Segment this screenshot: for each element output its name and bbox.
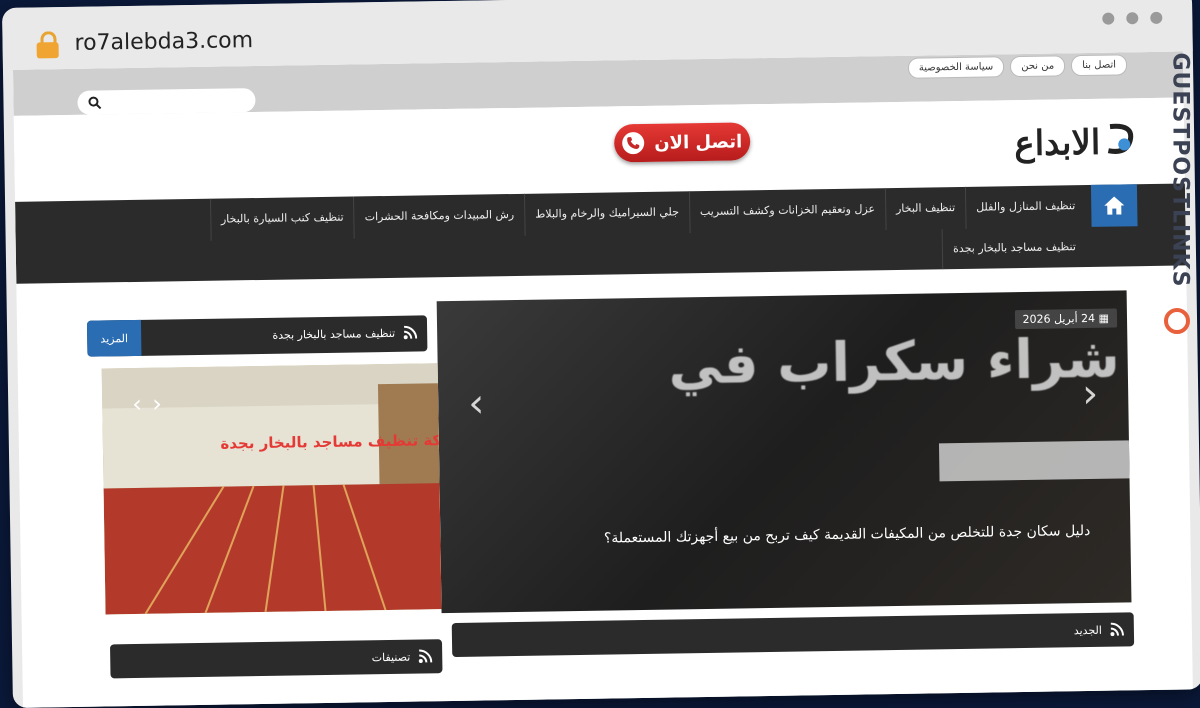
phone-icon [622, 131, 645, 155]
slider-image-box [938, 440, 1130, 482]
top-link-about[interactable]: من نحن [1010, 55, 1066, 78]
site-logo[interactable]: الابداع [1014, 120, 1145, 166]
nav-item-marble[interactable]: جلي السيراميك والرخام والبلاط [523, 191, 690, 236]
main-nav: تنظيف المنازل والفلل تنظيف البخار عزل وت… [15, 183, 1187, 284]
slider-next-arrow-icon[interactable]: › [1082, 371, 1099, 417]
top-link-contact[interactable]: اتصل بنا [1071, 54, 1128, 77]
nav-item-mosques[interactable]: تنظيف مساجد بالبخار بجدة [941, 227, 1087, 270]
call-now-button[interactable]: اتصل الان [613, 122, 751, 163]
categories-header: تصنيفات [110, 639, 443, 679]
search-input[interactable] [77, 88, 256, 115]
categories-title: تصنيفات [371, 650, 411, 664]
slider-caption[interactable]: دليل سكان جدة للتخلص من المكيفات القديمة… [604, 523, 1091, 547]
widget-title: تنظيف مساجد بالبخار بجدة [272, 326, 396, 342]
widget-image-caption: شركة تنظيف مساجد بالبخار بجدة [220, 431, 441, 453]
rss-icon [1110, 622, 1124, 637]
more-button[interactable]: المزيد [86, 319, 142, 357]
rss-icon [418, 649, 433, 664]
home-button[interactable] [1090, 184, 1138, 227]
widget-image[interactable]: شركة تنظيف مساجد بالبخار بجدة ‹ › [101, 363, 442, 615]
window-dots [1102, 11, 1163, 25]
latest-title: الجديد [1073, 623, 1103, 637]
nav-item-car-sofa[interactable]: تنظيف كنب السيارة بالبخار [209, 196, 355, 241]
call-now-label: اتصل الان [654, 130, 743, 154]
latest-section-header: الجديد [451, 612, 1135, 658]
url-text[interactable]: ro7alebda3.com [74, 28, 253, 56]
sidebar-widget-header: تنظيف مساجد بالبخار بجدة المزيد [86, 315, 428, 357]
logo-mark-icon [1107, 123, 1134, 154]
top-links: اتصل بنا من نحن سياسة الخصوصية [907, 54, 1128, 79]
home-icon [1104, 196, 1125, 215]
guestpostlinks-watermark: GUESTPOSTLINKS [1160, 53, 1194, 360]
calendar-icon: ▦ [1098, 311, 1110, 325]
web-page: اتصل بنا من نحن سياسة الخصوصية الابداع ا… [12, 51, 1193, 708]
nav-item-homes[interactable]: تنظيف المنازل والفلل [964, 185, 1086, 229]
lock-icon [36, 31, 59, 59]
top-link-privacy[interactable]: سياسة الخصوصية [907, 56, 1005, 79]
logo-text: الابداع [1014, 122, 1101, 165]
featured-slider[interactable]: شراء سكراب في ▦ 24 أبريل 2026 ‹ › دليل س… [436, 290, 1132, 614]
link-icon [1164, 308, 1190, 334]
slider-prev-arrow-icon[interactable]: ‹ [468, 380, 485, 426]
slider-date-text: 24 أبريل 2026 [1022, 311, 1096, 327]
search-icon [88, 96, 102, 110]
widget-prev-arrow-icon[interactable]: ‹ [132, 390, 142, 418]
nav-item-tanks[interactable]: عزل وتعقيم الخزانات وكشف التسريب [688, 188, 886, 234]
browser-window: ro7alebda3.com اتصل بنا من نحن سياسة الخ… [2, 0, 1200, 708]
rss-icon [403, 325, 418, 340]
slider-date: ▦ 24 أبريل 2026 [1014, 308, 1118, 330]
nav-item-pest[interactable]: رش المبيدات ومكافحة الحشرات [353, 193, 525, 239]
slider-image-text: شراء سكراب في [667, 326, 1121, 397]
nav-item-steam[interactable]: تنظيف البخار [884, 186, 966, 231]
mosque-photo: شركة تنظيف مساجد بالبخار بجدة ‹ › [101, 363, 441, 615]
widget-next-arrow-icon[interactable]: › [152, 390, 162, 418]
